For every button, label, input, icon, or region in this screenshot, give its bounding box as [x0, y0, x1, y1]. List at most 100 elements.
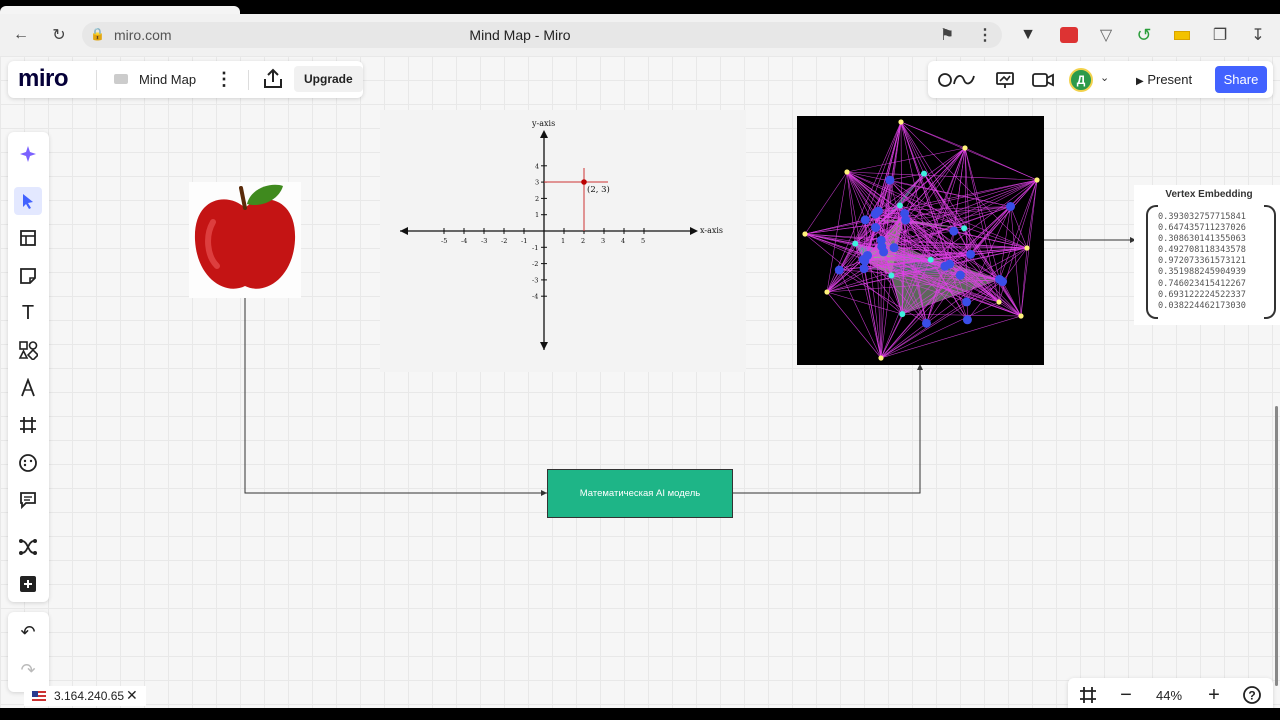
coordinate-graph-image[interactable]: -5 -4 -3 -2 -1 1 2 3 4 5 4 3 2 1 -1 -2 -3 -4 y-axis x-axi…: [380, 110, 746, 372]
polytope-vertex: [940, 261, 950, 271]
x-tick-label: -1: [521, 237, 527, 245]
mind-map-icon[interactable]: [14, 533, 42, 561]
polytope-vertex: [860, 215, 870, 225]
polytope-vertex: [862, 250, 872, 260]
present-label: Present: [1147, 72, 1193, 87]
polytope-edge: [839, 269, 882, 359]
close-icon[interactable]: ✕: [126, 687, 138, 704]
polytope-vertex: [961, 225, 968, 232]
vertical-scrollbar[interactable]: [1275, 406, 1278, 686]
polytope-graph-image[interactable]: [797, 116, 1044, 365]
vertex-embedding-card[interactable]: Vertex Embedding 0.393032757715841 0.6474…: [1134, 185, 1280, 325]
point-label: (2, 3): [587, 184, 610, 195]
extension-undo-icon[interactable]: ↺: [1132, 23, 1156, 47]
polytope-edge: [804, 171, 848, 235]
export-icon[interactable]: [262, 67, 284, 91]
share-button[interactable]: Share: [1215, 66, 1267, 93]
vertex-value: 0.038224462173030: [1158, 300, 1246, 311]
pen-icon[interactable]: [14, 374, 42, 402]
redo-icon[interactable]: ↷: [14, 656, 42, 684]
divider: [96, 70, 97, 90]
ip-badge: 3.164.240.65 ✕: [24, 686, 146, 706]
model-box[interactable]: Математическая AI модель: [547, 469, 733, 518]
chevron-down-icon[interactable]: ⌄: [1100, 71, 1109, 84]
y-tick-label: 4: [535, 162, 539, 170]
present-button[interactable]: ▶ Present: [1128, 67, 1200, 93]
vpn-shield-icon[interactable]: ▼: [1016, 23, 1040, 47]
polytope-vertex: [871, 223, 881, 233]
divider: [248, 70, 249, 90]
video-call-icon[interactable]: [1031, 68, 1055, 92]
polytope-vertex: [927, 256, 934, 263]
undo-icon[interactable]: ↶: [14, 618, 42, 646]
x-tick-label: 3: [601, 237, 605, 245]
active-tab[interactable]: [0, 6, 240, 14]
upgrade-button[interactable]: Upgrade: [294, 66, 363, 92]
polytope-vertex: [834, 265, 844, 275]
stickers-icon[interactable]: [14, 449, 42, 477]
x-tick-label: 4: [621, 237, 625, 245]
x-tick-label: -3: [481, 237, 487, 245]
y-tick-label: -1: [532, 244, 538, 252]
polytope-edge: [826, 291, 882, 359]
extensions-icon[interactable]: ❐: [1208, 23, 1232, 47]
timer-board-icon[interactable]: [993, 68, 1017, 92]
polytope-vertex: [962, 297, 972, 307]
download-icon[interactable]: ↧: [1246, 23, 1270, 47]
reactions-icon[interactable]: [938, 68, 976, 92]
board-menu-icon[interactable]: ⋮: [215, 67, 233, 91]
comment-icon[interactable]: [14, 486, 42, 514]
y-axis-label: y-axis: [531, 119, 555, 128]
x-tick-label: 5: [641, 237, 645, 245]
extension-red-icon[interactable]: [1057, 23, 1081, 47]
polytope-vertex: [859, 264, 869, 274]
vertex-value: 0.972073361573121: [1158, 256, 1246, 267]
svg-text:?: ?: [1248, 689, 1255, 703]
browser-menu-icon[interactable]: ⋮: [973, 23, 997, 47]
play-icon: ▶: [1136, 76, 1144, 87]
board-name[interactable]: Mind Map: [139, 72, 196, 87]
shapes-icon[interactable]: [14, 336, 42, 364]
extension-v-icon[interactable]: ▽: [1094, 23, 1118, 47]
vertex-value: 0.393032757715841: [1158, 212, 1246, 222]
frame-icon[interactable]: [14, 411, 42, 439]
x-tick-label: 2: [581, 237, 585, 245]
zoom-level[interactable]: 44%: [1156, 688, 1182, 703]
vertex-embedding-title: Vertex Embedding: [1165, 189, 1253, 200]
bookmark-icon[interactable]: ⚑: [935, 23, 959, 47]
polytope-outer-vertex: [996, 299, 1002, 305]
page-title: Mind Map - Miro: [469, 27, 571, 43]
polytope-vertex: [1006, 201, 1016, 211]
polytope-outer-vertex: [802, 231, 808, 237]
zoom-out-icon[interactable]: −: [1114, 683, 1138, 707]
polytope-vertex: [885, 175, 895, 185]
add-more-icon[interactable]: [14, 570, 42, 598]
apple-image[interactable]: [189, 182, 301, 298]
templates-icon[interactable]: [14, 224, 42, 252]
polytope-edge: [900, 121, 1038, 181]
ai-sparkle-icon[interactable]: [14, 140, 42, 168]
miro-logo[interactable]: miro: [18, 65, 69, 93]
user-avatar[interactable]: Д: [1069, 68, 1093, 92]
help-icon[interactable]: ?: [1240, 683, 1264, 707]
y-tick-label: -2: [532, 260, 538, 268]
board-header: miro Mind Map ⋮ Upgrade: [8, 61, 363, 98]
collaboration-header: Д ⌄ ▶ Present Share: [928, 61, 1273, 98]
vertex-value: 0.351988245904939: [1158, 267, 1246, 278]
x-axis-label: x-axis: [700, 226, 723, 235]
vertex-value: 0.647435711237026: [1158, 223, 1246, 234]
battery-icon[interactable]: [1170, 23, 1194, 47]
zoom-in-icon[interactable]: +: [1202, 683, 1226, 707]
fit-frame-icon[interactable]: [1076, 683, 1100, 707]
polytope-edge: [899, 205, 971, 255]
creation-toolbar: T: [8, 132, 49, 602]
polytope-outer-vertex: [844, 169, 850, 175]
sticky-note-icon[interactable]: [14, 262, 42, 290]
polytope-vertex: [998, 277, 1008, 287]
text-tool-icon[interactable]: T: [14, 299, 42, 327]
select-cursor-icon[interactable]: [14, 187, 42, 215]
polytope-edge: [826, 291, 903, 315]
polytope-vertex: [955, 270, 965, 280]
bottom-edge: [0, 708, 1280, 720]
right-bracket: [1264, 205, 1276, 319]
